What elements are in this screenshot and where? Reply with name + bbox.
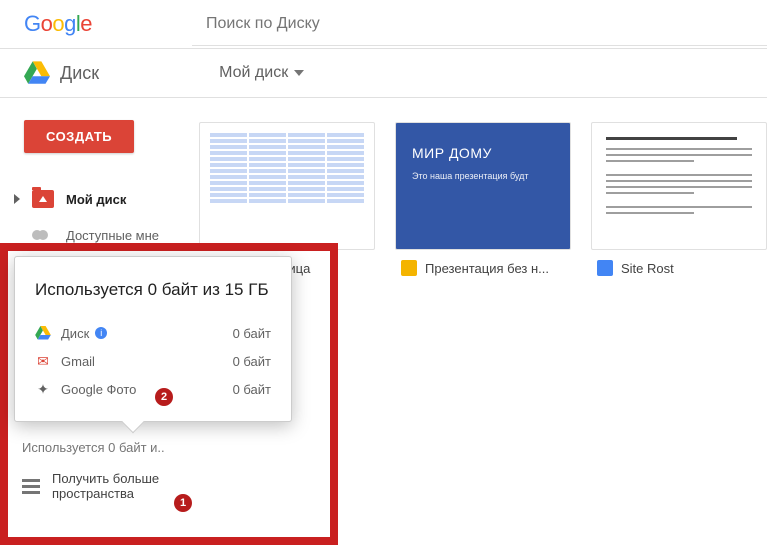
- brand-label: Диск: [60, 63, 99, 84]
- breadcrumb-label: Мой диск: [219, 64, 288, 82]
- photos-icon: ✦: [35, 381, 51, 397]
- get-more-storage[interactable]: Получить больше пространства: [22, 471, 292, 501]
- docs-icon: [597, 260, 613, 276]
- get-more-line2: пространства: [52, 486, 159, 501]
- storage-footer: Используется 0 байт и.. Получить больше …: [22, 440, 292, 501]
- storage-value: 0 байт: [233, 354, 271, 369]
- info-icon[interactable]: i: [95, 327, 107, 339]
- storage-icon: [22, 479, 40, 494]
- storage-value: 0 байт: [233, 382, 271, 397]
- storage-row-gmail[interactable]: ✉ Gmail 0 байт: [35, 347, 271, 375]
- annotation-badge-2: 2: [155, 388, 173, 406]
- file-thumb: МИР ДОМУ Это наша презентация будт: [395, 122, 571, 250]
- file-thumb: [199, 122, 375, 250]
- get-more-line1: Получить больше: [52, 471, 159, 486]
- storage-summary: Используется 0 байт и..: [22, 440, 292, 455]
- toolbar: Диск Мой диск: [0, 48, 767, 98]
- file-card-slides[interactable]: МИР ДОМУ Это наша презентация будт Презе…: [395, 122, 571, 286]
- sidebar-item-label: Мой диск: [66, 192, 126, 207]
- storage-service: Google Фото: [61, 382, 136, 397]
- storage-row-photos[interactable]: ✦ Google Фото 0 байт: [35, 375, 271, 403]
- storage-popover: Используется 0 байт из 15 ГБ Диск i 0 ба…: [14, 256, 292, 422]
- storage-row-drive[interactable]: Диск i 0 байт: [35, 319, 271, 347]
- drive-icon: [35, 325, 51, 341]
- file-card-docs[interactable]: Site Rost: [591, 122, 767, 286]
- annotation-badge-1: 1: [174, 494, 192, 512]
- storage-service: Диск: [61, 326, 89, 341]
- search-input[interactable]: [192, 2, 767, 46]
- slides-icon: [401, 260, 417, 276]
- app-header: Google: [0, 0, 767, 48]
- breadcrumb[interactable]: Мой диск: [219, 64, 304, 82]
- create-button[interactable]: СОЗДАТЬ: [24, 120, 134, 153]
- google-logo: Google: [24, 11, 92, 37]
- gmail-icon: ✉: [35, 353, 51, 369]
- storage-service: Gmail: [61, 354, 95, 369]
- slide-subtitle: Это наша презентация будт: [412, 171, 554, 181]
- expand-icon: [14, 194, 20, 204]
- file-name: Презентация без н...: [425, 261, 549, 276]
- sidebar-item-label: Доступные мне: [66, 228, 159, 243]
- drive-icon: [24, 61, 50, 85]
- slide-title: МИР ДОМУ: [412, 145, 554, 161]
- sidebar-item-mydrive[interactable]: Мой диск: [0, 181, 177, 217]
- shared-icon: [32, 230, 54, 240]
- storage-headline: Используется 0 байт из 15 ГБ: [35, 279, 271, 301]
- drive-brand: Диск: [24, 61, 99, 85]
- file-thumb: [591, 122, 767, 250]
- file-name: Site Rost: [621, 261, 674, 276]
- storage-value: 0 байт: [233, 326, 271, 341]
- folder-icon: [32, 190, 54, 208]
- chevron-down-icon: [294, 70, 304, 76]
